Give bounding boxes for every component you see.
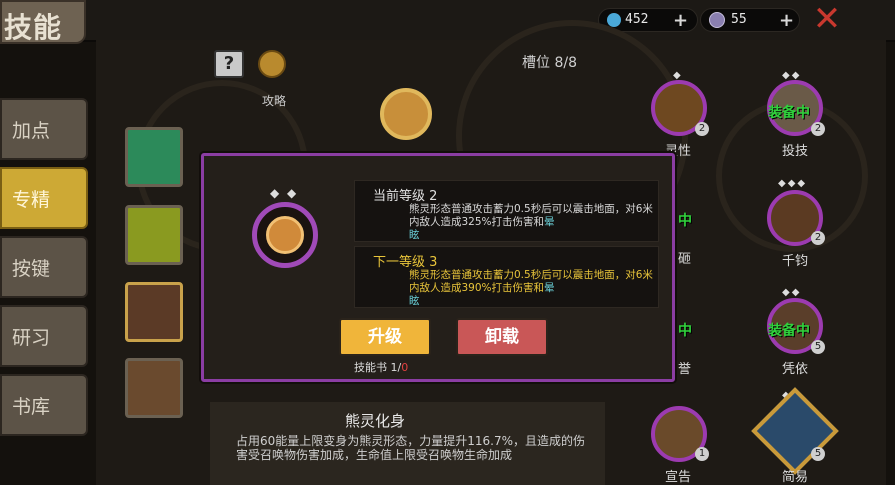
heart-skill-icon[interactable] (380, 88, 432, 140)
skill-book-owned: 0 (401, 361, 409, 374)
skill-label: 砸 (678, 252, 692, 267)
sidebar-item-mastery[interactable]: 专精 (0, 167, 88, 229)
skill-label: 宣告 (664, 470, 691, 485)
add-gems-button[interactable]: + (673, 10, 688, 31)
bear-paw-icon (266, 216, 304, 254)
unload-button[interactable]: 卸载 (456, 318, 548, 356)
skill-name: 熊灵化身 (345, 412, 406, 430)
sidebar-item-points[interactable]: 加点 (0, 98, 88, 160)
equipped-badge: 中 (678, 323, 692, 339)
skill-label: 誉 (678, 362, 692, 377)
desc-text: 熊灵形态普通攻击蓄力0.5秒后可以震击地面，对6米内敌人造成390%打击伤害和 (409, 269, 653, 294)
skill-slot-totem-icon[interactable] (125, 205, 183, 265)
sidebar-item-label: 加点 (12, 120, 51, 142)
next-level-desc: 熊灵形态普通攻击蓄力0.5秒后可以震击地面，对6米内敌人造成390%打击伤害和晕… (409, 269, 657, 308)
skill-book-label: 技能书 1/ (354, 361, 402, 374)
gem-count: 452 (625, 12, 649, 27)
stun-keyword[interactable]: 眩 (409, 229, 420, 241)
guide-button[interactable] (254, 44, 290, 84)
add-materials-button[interactable]: + (779, 10, 794, 31)
question-mark-icon[interactable]: ? (214, 50, 244, 78)
rank-dots: ◆◆ (782, 287, 802, 298)
sidebar-item-label: 研习 (12, 327, 51, 349)
sidebar-item-label: 专精 (12, 189, 51, 211)
skill-description: 占用60能量上限变身为熊灵形态，力量提升116.7%，且造成的伤害受召唤物伤害加… (236, 434, 586, 462)
next-level-label: 下一等级 3 (373, 255, 438, 270)
skill-slot-swirl-icon[interactable] (125, 358, 183, 418)
close-icon[interactable]: ✕ (810, 2, 844, 36)
rank-dots: ◆◆◆ (778, 178, 808, 189)
upgrade-dialog: ◆ ◆ 当前等级 2 熊灵形态普通攻击蓄力0.5秒后可以震击地面，对6米内敌人造… (201, 153, 675, 382)
page-title: 技能 (4, 11, 63, 44)
level-badge: 1 (695, 447, 709, 461)
skill-label: 千钧 (781, 254, 808, 269)
equipped-badge: 中 (678, 213, 692, 229)
stun-keyword[interactable]: 眩 (409, 295, 420, 307)
sidebar-item-keys[interactable]: 按键 (0, 236, 88, 298)
sidebar-item-label: 书库 (12, 396, 51, 418)
slots-label: 槽位 8/8 (522, 55, 577, 71)
upgrade-button[interactable]: 升级 (339, 318, 431, 356)
level-badge: 2 (811, 231, 825, 245)
next-level-box: 下一等级 3 熊灵形态普通攻击蓄力0.5秒后可以震击地面，对6米内敌人造成390… (354, 246, 659, 308)
page-title-tab: 技能 (0, 0, 86, 44)
desc-text: 熊灵形态普通攻击蓄力0.5秒后可以震击地面，对6米内敌人造成325%打击伤害和 (409, 203, 653, 228)
thumbs-up-icon (258, 50, 286, 78)
skill-label: 投技 (781, 144, 808, 159)
blue-gem-icon (607, 13, 621, 27)
current-level-box: 当前等级 2 熊灵形态普通攻击蓄力0.5秒后可以震击地面，对6米内敌人造成325… (354, 180, 659, 242)
current-level-desc: 熊灵形态普通攻击蓄力0.5秒后可以震击地面，对6米内敌人造成325%打击伤害和晕… (409, 203, 657, 242)
rank-dots: ◆ ◆ (270, 186, 299, 200)
skill-description-panel: 熊灵化身 占用60能量上限变身为熊灵形态，力量提升116.7%，且造成的伤害受召… (210, 402, 605, 485)
purple-crystal-icon (709, 12, 725, 28)
sidebar-item-study[interactable]: 研习 (0, 305, 88, 367)
guide-label: 攻略 (262, 94, 287, 108)
bear-skill-frame (252, 202, 318, 268)
level-badge: 2 (695, 122, 709, 136)
level-badge: 5 (811, 447, 825, 461)
equipped-badge: 装备中 (768, 105, 810, 121)
material-count: 55 (731, 12, 747, 27)
sidebar-item-label: 按键 (12, 258, 51, 280)
skill-label: 简易 (781, 470, 808, 485)
skill-slot-wind-icon[interactable] (125, 127, 183, 187)
sidebar-item-library[interactable]: 书库 (0, 374, 88, 436)
skill-slot-bear-icon[interactable] (125, 282, 183, 342)
stun-keyword[interactable]: 晕 (544, 216, 555, 228)
equipped-badge: 装备中 (768, 323, 810, 339)
level-badge: 2 (811, 122, 825, 136)
skill-label: 凭依 (781, 362, 808, 377)
skill-book-count: 技能书 1/0 (354, 359, 408, 375)
current-level-label: 当前等级 2 (373, 189, 438, 204)
stun-keyword[interactable]: 晕 (544, 282, 555, 294)
material-counter: 55 + (700, 8, 800, 32)
level-badge: 5 (811, 340, 825, 354)
